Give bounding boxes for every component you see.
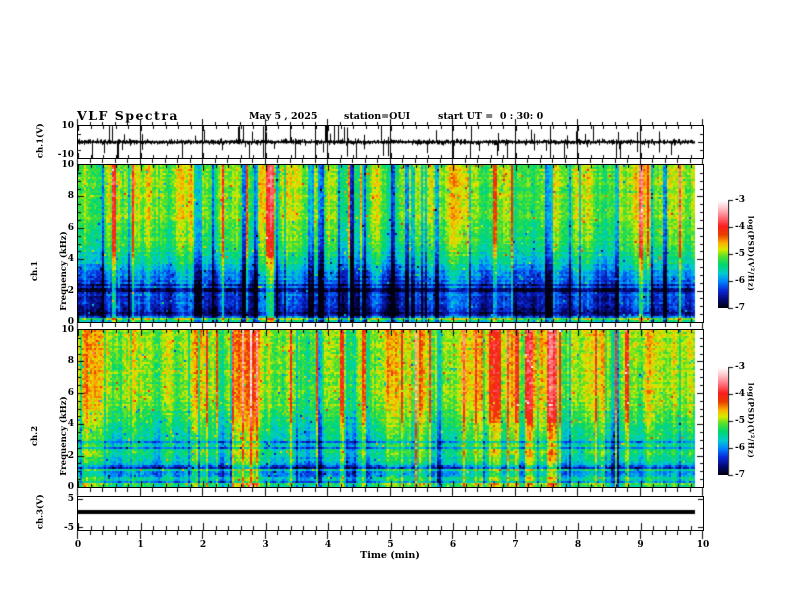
y-tick-label: 6 <box>67 387 74 398</box>
y-tick-label: 2 <box>67 450 74 461</box>
y-tick-label: -10 <box>57 150 74 160</box>
colorbar-ch2-gradient <box>718 367 728 475</box>
colorbar-tick-label: -6 <box>735 276 745 286</box>
y-tick-label: 8 <box>67 191 74 202</box>
ch2-spectrogram-panel <box>77 329 704 488</box>
ch1-voltage-panel <box>77 125 704 159</box>
axis-label-line: ch.2 <box>30 425 40 447</box>
x-tick-label: 3 <box>262 540 269 550</box>
y-tick-label: 10 <box>61 121 74 131</box>
ch2-frequency-axis-label: ch.2 Frequency (kHz) <box>12 391 88 481</box>
ch1-waveform-canvas <box>78 126 703 158</box>
x-tick-label: 0 <box>74 540 82 550</box>
y-tick-label: 6 <box>67 222 74 233</box>
colorbar-tick-label: -5 <box>735 249 745 259</box>
y-tick-label: 8 <box>67 356 74 367</box>
colorbar-tick-label: -5 <box>735 416 745 426</box>
axis-label-line: Frequency (kHz) <box>58 231 69 311</box>
x-tick-label: 4 <box>324 540 332 550</box>
y-tick-label: 0 <box>67 482 74 492</box>
x-tick-label: 5 <box>387 540 394 550</box>
ch1-spectrogram-canvas <box>78 165 703 322</box>
x-axis-title: Time (min) <box>360 550 420 561</box>
x-tick-label: 6 <box>449 540 457 550</box>
colorbar-ch2-label: log(PSD)(V²/Hz) <box>746 382 756 459</box>
colorbar-tick-label: -3 <box>735 195 745 205</box>
x-tick-label: 8 <box>574 540 582 550</box>
y-tick-label: 10 <box>61 325 74 335</box>
y-tick-label: 5 <box>67 494 74 504</box>
colorbar-tick-label: -7 <box>735 470 745 480</box>
axis-label-line: Frequency (kHz) <box>58 396 69 476</box>
vlf-spectra-plot: VLF Spectra May 5 , 2025 station=OUI sta… <box>0 0 792 612</box>
x-tick-label: 9 <box>637 540 644 550</box>
ch3-voltage-panel <box>77 496 704 531</box>
colorbar-ch1 <box>718 200 728 308</box>
x-tick-label: 2 <box>199 540 207 550</box>
colorbar-tick-label: -4 <box>735 389 745 399</box>
ch3-waveform-canvas <box>78 497 703 530</box>
station-label: station=OUI <box>344 111 411 122</box>
colorbar-tick-label: -7 <box>735 303 745 313</box>
ch1-frequency-axis-label: ch.1 Frequency (kHz) <box>12 226 88 316</box>
colorbar-tick-label: -6 <box>735 443 745 453</box>
ch1-spectrogram-panel <box>77 164 704 323</box>
colorbar-ch1-gradient <box>718 200 728 308</box>
ch1-voltage-axis-label: ch.1(V) <box>35 123 46 159</box>
axis-label-line: ch.1 <box>30 260 40 282</box>
y-tick-label: 10 <box>61 160 74 170</box>
y-tick-label: 2 <box>67 285 74 296</box>
x-tick-label: 10 <box>696 540 710 550</box>
colorbar-ch1-label: log(PSD)(V²/Hz) <box>746 215 756 292</box>
ch2-spectrogram-canvas <box>78 330 703 487</box>
y-tick-label: 4 <box>67 419 74 430</box>
colorbar-tick-label: -3 <box>735 362 745 372</box>
date-label: May 5 , 2025 <box>249 111 318 122</box>
x-tick-label: 7 <box>512 540 519 550</box>
start-ut-label: start UT = 0 : 30: 0 <box>438 111 544 122</box>
colorbar-ch2 <box>718 367 728 475</box>
x-tick-label: 1 <box>137 540 144 550</box>
plot-title: VLF Spectra <box>77 108 180 123</box>
y-tick-label: 4 <box>67 254 74 265</box>
ch3-voltage-axis-label: ch.3(V) <box>35 494 46 530</box>
y-tick-label: -5 <box>64 523 74 533</box>
colorbar-tick-label: -4 <box>735 222 745 232</box>
